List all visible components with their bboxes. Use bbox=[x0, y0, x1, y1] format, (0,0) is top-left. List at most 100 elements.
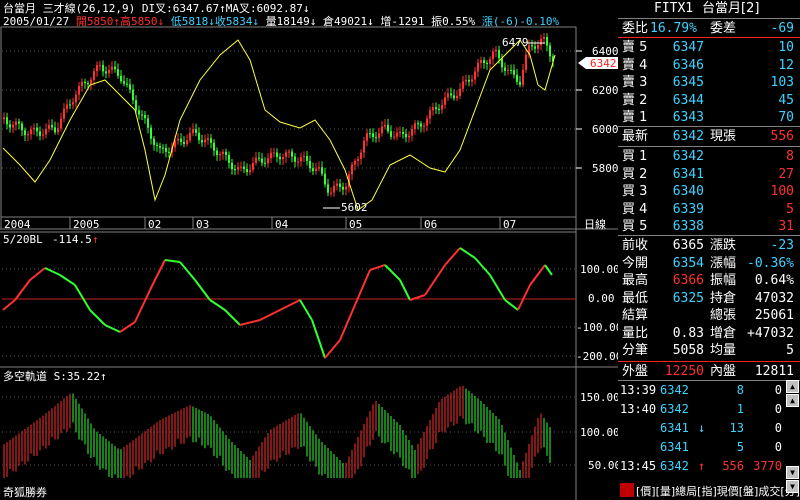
candle-body bbox=[42, 134, 44, 136]
bid-label: 買 1 bbox=[622, 149, 648, 164]
bl-segment bbox=[224, 309, 241, 326]
candle-body bbox=[408, 135, 410, 138]
candle-body bbox=[465, 79, 467, 82]
ratio-value: 16.79% bbox=[650, 21, 697, 36]
candle-body bbox=[525, 54, 527, 70]
bl-segment bbox=[529, 264, 546, 286]
candle-body bbox=[201, 140, 203, 143]
bl-segment bbox=[399, 279, 411, 301]
stat-label: 分筆 bbox=[622, 343, 649, 358]
curvol-label: 現張 bbox=[710, 129, 737, 144]
scroll-down-icon[interactable]: ▼ bbox=[786, 466, 799, 479]
panel2-tick: 100.00 bbox=[580, 263, 618, 276]
candle-body bbox=[420, 123, 422, 127]
diff-value: -69 bbox=[770, 21, 794, 36]
bl-segment bbox=[74, 284, 91, 311]
candle-body bbox=[138, 110, 140, 115]
ask-label: 賣 3 bbox=[622, 75, 648, 90]
candle-body bbox=[459, 88, 461, 96]
scroll-up-icon[interactable]: ▲ bbox=[786, 394, 799, 407]
last-value: 6342 bbox=[672, 129, 704, 144]
candle-body bbox=[39, 131, 41, 136]
tick-scrollbar[interactable]: ▲ ▲ ▼ ▼ bbox=[786, 380, 800, 500]
stat-label: 持倉 bbox=[710, 290, 737, 306]
candle-body bbox=[180, 138, 182, 142]
bid-row: 買 5 6338 31 bbox=[618, 218, 800, 235]
candle-body bbox=[114, 66, 116, 70]
candle-body bbox=[240, 166, 242, 168]
candle-body bbox=[495, 49, 497, 52]
status-bar[interactable]: [價][量]總局[指]現價[盤]成交[分] bbox=[618, 481, 800, 500]
candle-body bbox=[51, 125, 53, 128]
chart-area[interactable]: 台當月 三才線(26,12,9) DI叉:6347.67↑MA叉:6092.87… bbox=[0, 0, 618, 500]
bid-label: 買 3 bbox=[622, 184, 648, 199]
ask-qty: 103 bbox=[770, 75, 794, 90]
current-price-value: 6342 bbox=[590, 57, 617, 70]
stat-value: 25061 bbox=[754, 308, 794, 323]
candle-body bbox=[435, 107, 437, 109]
month-label: 06 bbox=[424, 218, 437, 231]
candle-body bbox=[63, 108, 65, 119]
bid-qty: 100 bbox=[770, 184, 794, 199]
diff-label: 委差 bbox=[710, 21, 737, 36]
bl-segment bbox=[544, 264, 553, 276]
scroll-up-icon[interactable]: ▲ bbox=[786, 380, 799, 393]
candle-body bbox=[6, 117, 8, 125]
candle-body bbox=[225, 151, 227, 155]
outer-value: 12250 bbox=[664, 364, 704, 379]
status-text: [價][量]總局[指]現價[盤]成交[分] bbox=[636, 485, 800, 498]
bid-row: 買 2 6341 27 bbox=[618, 166, 800, 183]
candle-body bbox=[504, 67, 506, 71]
bl-segment bbox=[89, 309, 106, 326]
candle-body bbox=[510, 69, 512, 71]
track-bars bbox=[3, 385, 551, 478]
stat-label: 增倉 bbox=[710, 325, 737, 341]
candle-body bbox=[477, 62, 479, 72]
candle-body bbox=[342, 186, 344, 190]
stat-value: 6365 bbox=[672, 238, 704, 253]
panel2-tick: 0.00 bbox=[588, 292, 615, 305]
candle-body bbox=[393, 136, 395, 138]
candle-body bbox=[75, 94, 77, 103]
candle-body bbox=[237, 167, 239, 170]
candle-body bbox=[387, 124, 389, 132]
trough-label: 5602 bbox=[341, 201, 368, 214]
candle-body bbox=[78, 86, 80, 95]
candle-body bbox=[60, 118, 62, 129]
stat-row: 最高 6366 振幅 0.64% bbox=[618, 272, 800, 289]
tick-oi: 0 bbox=[774, 383, 782, 397]
stat-label: 前收 bbox=[622, 238, 649, 253]
candle-body bbox=[390, 131, 392, 137]
tick-volume: 8 bbox=[736, 383, 744, 397]
tick-time: 13:45 bbox=[620, 459, 657, 473]
tick-price: 6341 bbox=[660, 421, 689, 435]
candle-body bbox=[537, 44, 539, 49]
candle-body bbox=[369, 133, 371, 135]
candle-body bbox=[69, 104, 71, 106]
candle-body bbox=[183, 141, 185, 145]
watermark: 奇狐勝券 bbox=[3, 485, 47, 499]
bid-price: 6339 bbox=[672, 201, 704, 217]
tick-oi: 0 bbox=[774, 440, 782, 454]
bl-segment bbox=[179, 261, 196, 281]
candle-body bbox=[108, 69, 110, 74]
bl-segment bbox=[311, 319, 326, 359]
tick-row: 13:39 6342 8 0 bbox=[618, 383, 800, 398]
scroll-down-icon[interactable]: ▼ bbox=[786, 480, 799, 493]
candle-body bbox=[270, 152, 272, 159]
candle-body bbox=[492, 51, 494, 60]
candle-body bbox=[147, 118, 149, 128]
bid-label: 買 4 bbox=[622, 201, 648, 217]
bid-label: 買 5 bbox=[622, 219, 648, 234]
ask-row: 賣 1 6343 70 bbox=[618, 109, 800, 126]
divider bbox=[618, 18, 800, 19]
stat-label: 最高 bbox=[622, 273, 649, 288]
candle-body bbox=[27, 134, 29, 136]
divider bbox=[618, 380, 800, 381]
candle-body bbox=[246, 169, 248, 173]
candle-body bbox=[375, 137, 377, 139]
candle-body bbox=[453, 95, 455, 99]
tick-volume: 13 bbox=[729, 421, 744, 435]
candle-body bbox=[177, 138, 179, 141]
panel2-value: -114.5 bbox=[52, 233, 92, 246]
